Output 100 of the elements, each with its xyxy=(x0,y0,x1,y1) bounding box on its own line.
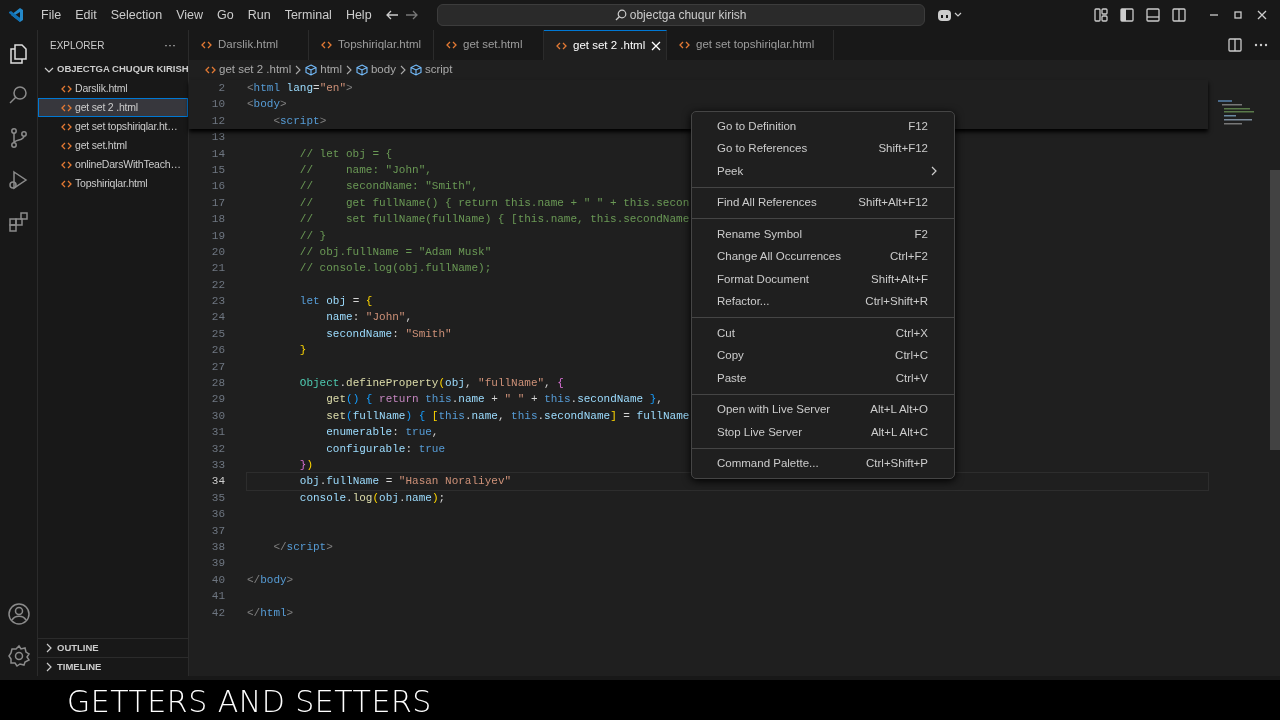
panel-toggle-icon[interactable] xyxy=(1146,8,1160,22)
menu-item[interactable]: Change All Occurrences Ctrl+F2 xyxy=(692,245,954,268)
sidebar-toggle-icon[interactable] xyxy=(1120,8,1134,22)
code-line: Object.defineProperty(obj, "fullName", { xyxy=(298,377,564,390)
code-line: // console.log(obj.fullName); xyxy=(298,262,492,275)
line-number: 14 xyxy=(210,146,225,162)
explorer-entry[interactable]: Topshiriqlar.html xyxy=(38,174,188,193)
menu-item[interactable]: Run xyxy=(240,5,278,25)
line-number: 38 xyxy=(210,539,225,555)
folder-header[interactable]: OBJECTGA CHUQUR KIRISH xyxy=(38,60,188,79)
settings-icon[interactable] xyxy=(6,644,31,668)
code-line: // get fullName() { return this.name + " " + this.secon xyxy=(298,196,690,209)
line-number: 28 xyxy=(210,376,225,392)
explorer-entry[interactable]: get set topshiriqlar.ht… xyxy=(38,117,188,136)
code-line: }) xyxy=(298,459,314,471)
menu-item[interactable]: Peek xyxy=(692,160,954,183)
menu-item[interactable]: Go to References Shift+F12 xyxy=(692,137,954,160)
line-number: 22 xyxy=(210,277,225,293)
menu-item[interactable]: Rename Symbol F2 xyxy=(692,223,954,246)
code-file-icon xyxy=(61,178,72,189)
line-number: 40 xyxy=(210,572,225,588)
menu-item[interactable]: Find All References Shift+Alt+F12 xyxy=(692,191,954,214)
code-line: // } xyxy=(298,229,327,242)
search-icon xyxy=(614,9,627,21)
menu-item[interactable]: Go xyxy=(210,5,241,25)
menu-item[interactable]: View xyxy=(169,5,210,25)
code-file-icon xyxy=(679,40,690,50)
restore-icon[interactable] xyxy=(1232,9,1244,21)
line-number: 33 xyxy=(210,458,225,473)
breadcrumb-item[interactable]: script xyxy=(409,61,453,79)
chevron-right-icon xyxy=(344,65,353,75)
menu-item[interactable]: Edit xyxy=(68,5,104,25)
explorer-entry[interactable]: get set.html xyxy=(38,136,188,155)
menu-item[interactable]: Selection xyxy=(103,5,170,25)
code-line: // set fullName(fullName) { [this.name, this.secondName xyxy=(298,213,690,226)
code-line: set(fullName) { [this.name, this.secondName] = fullName xyxy=(325,409,690,422)
breadcrumb-item[interactable]: html xyxy=(305,61,342,79)
forward-arrow-icon[interactable] xyxy=(404,8,419,22)
section-header[interactable]: OUTLINE xyxy=(38,638,188,657)
back-arrow-icon[interactable] xyxy=(384,8,399,22)
menu-item[interactable]: Open with Live Server Alt+L Alt+O xyxy=(692,398,954,421)
menu-item[interactable]: Paste Ctrl+V xyxy=(692,367,954,390)
menu-item[interactable]: Cut Ctrl+X xyxy=(692,322,954,345)
code-line: </body> xyxy=(247,573,294,586)
menu-item[interactable]: Command Palette... Ctrl+Shift+P xyxy=(692,452,954,475)
sidebar-title: EXPLORER xyxy=(50,38,105,53)
menu-item[interactable]: Terminal xyxy=(277,5,339,25)
split-editor-icon[interactable] xyxy=(1228,38,1242,52)
menu-item[interactable]: Copy Ctrl+C xyxy=(692,344,954,367)
search-field[interactable]: objectga chuqur kirish xyxy=(436,4,925,26)
menu-item[interactable]: Refactor... Ctrl+Shift+R xyxy=(692,290,954,313)
line-number: 12 xyxy=(210,113,225,129)
code-line: configurable: true xyxy=(325,442,446,455)
extensions-icon[interactable] xyxy=(6,210,31,234)
code-line: console.log(obj.name); xyxy=(298,491,446,504)
caption-text: GETTERS AND SETTERS xyxy=(67,684,432,719)
code-file-icon xyxy=(61,102,72,113)
line-number: 19 xyxy=(210,228,225,244)
line-number: 23 xyxy=(210,294,225,310)
explorer-entry[interactable]: Darslik.html xyxy=(38,79,188,98)
menu-item[interactable]: Format Document Shift+Alt+F xyxy=(692,268,954,291)
code-line: </html> xyxy=(247,606,294,619)
menu-item[interactable]: Go to Definition F12 xyxy=(692,115,954,138)
breadcrumb-item[interactable]: get set 2 .html xyxy=(205,61,292,79)
code-line: } xyxy=(298,344,307,357)
secondary-sidebar-icon[interactable] xyxy=(1172,8,1186,22)
copilot-icon[interactable] xyxy=(936,8,963,22)
scrollbar-thumb[interactable] xyxy=(1270,170,1280,450)
chevron-right-icon xyxy=(294,65,303,75)
code-line: enumerable: true, xyxy=(325,426,439,439)
line-number: 27 xyxy=(210,359,225,375)
code-file-icon xyxy=(205,65,216,75)
line-number: 17 xyxy=(210,195,225,211)
code-line: // name: "John", xyxy=(298,163,432,176)
menu-item[interactable]: File xyxy=(34,5,69,25)
code-file-icon xyxy=(61,83,72,94)
line-number: 31 xyxy=(210,425,225,441)
menu-item[interactable]: Help xyxy=(338,5,379,25)
code-line: // secondName: "Smith", xyxy=(298,180,479,193)
code-line: obj.fullName = "Hasan Noraliyev" xyxy=(298,475,512,488)
explorer-entry[interactable]: onlineDarsWithTeach… xyxy=(38,155,188,174)
line-number: 35 xyxy=(210,490,225,506)
editor-tab[interactable]: get set 2 .html xyxy=(544,30,667,60)
chevron-right-icon xyxy=(398,65,407,75)
layout-icon[interactable] xyxy=(1094,8,1108,22)
code-line: <body> xyxy=(247,98,287,111)
more-actions-button[interactable]: ··· xyxy=(164,36,176,54)
line-number: 26 xyxy=(210,343,225,359)
cube-icon xyxy=(355,64,368,76)
breadcrumb-item[interactable]: body xyxy=(355,61,396,79)
line-number: 39 xyxy=(210,556,225,572)
account-icon[interactable] xyxy=(6,602,31,626)
app-logo[interactable] xyxy=(8,7,24,23)
line-number: 20 xyxy=(210,244,225,260)
menu-item[interactable]: Stop Live Server Alt+L Alt+C xyxy=(692,421,954,444)
close-icon[interactable] xyxy=(1256,9,1268,21)
code-line: <html lang="en"> xyxy=(247,82,353,94)
line-number: 42 xyxy=(210,605,225,621)
explorer-entry[interactable]: get set 2 .html xyxy=(38,98,188,117)
code-file-icon xyxy=(61,159,72,170)
